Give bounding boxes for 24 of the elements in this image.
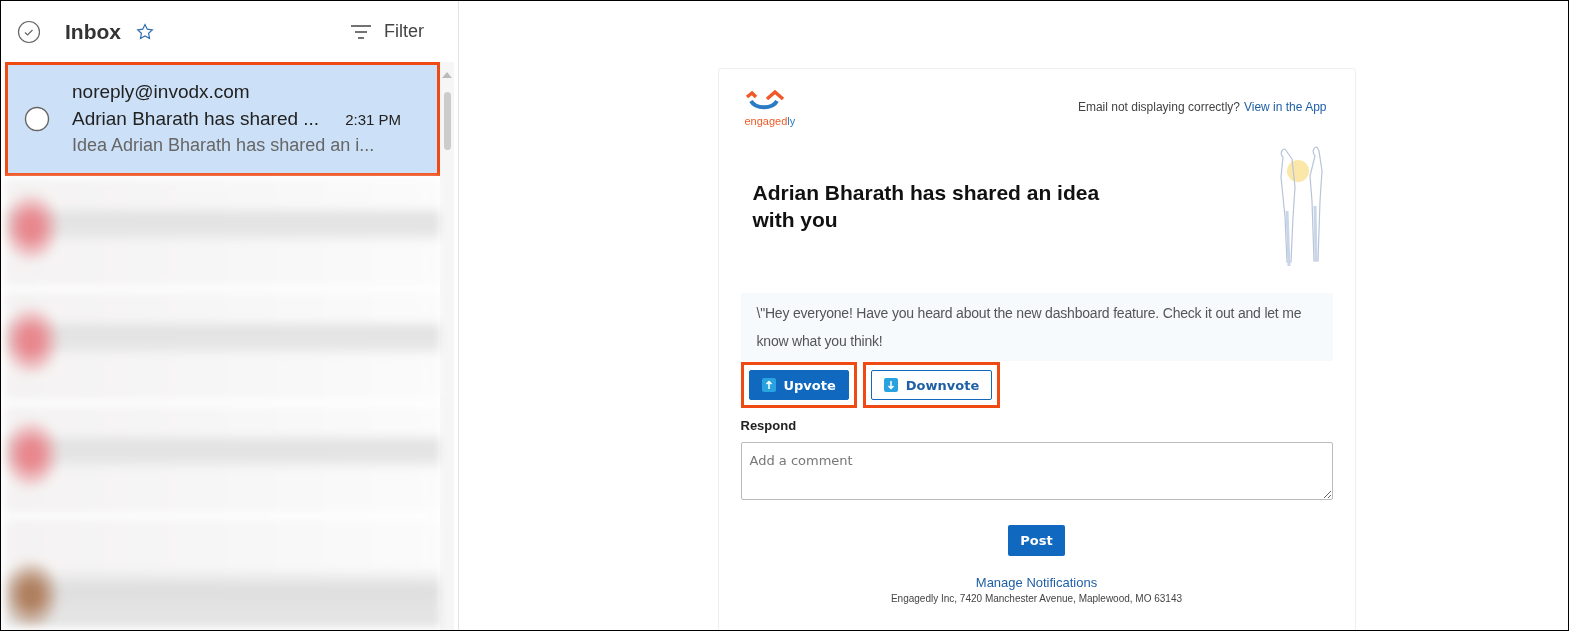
vote-button[interactable]: Upvote — [748, 370, 849, 400]
select-all-icon[interactable] — [17, 19, 41, 44]
vote-button[interactable]: Downvote — [870, 370, 993, 400]
preview-text: Idea Adrian Bharath has shared an i... — [72, 135, 376, 157]
post-button[interactable]: Post — [1008, 525, 1065, 556]
time-text: 2:31 PM — [345, 111, 402, 129]
company-address: Engagedly Inc, 7420 Manchester Avenue, Maplewood, MO 63143 — [890, 593, 1183, 604]
comment-field[interactable]: Add a comment — [740, 442, 1333, 500]
respond-label: Respond — [740, 418, 798, 433]
sender-text: noreply@invodx.com — [72, 81, 251, 104]
email-heading: Adrian Bharath has shared an idea with you — [752, 179, 1101, 233]
email-list-item[interactable]: noreply@invodx.com Adrian Bharath has shared ... 2:31 PM Idea Adrian Bharath has shared an i... — [5, 62, 440, 176]
display-note: Email not displaying correctly? — [1077, 100, 1240, 114]
view-in-app-link[interactable]: View in the App — [1244, 100, 1327, 114]
engagedly-logo: engagedly — [744, 89, 796, 127]
inbox-title: Inbox — [65, 19, 121, 44]
filter-button[interactable]: Filter — [350, 21, 442, 42]
subject-text: Adrian Bharath has shared ... — [72, 108, 320, 131]
manage-notifications-link[interactable]: Manage Notifications — [975, 575, 1098, 590]
scrollbar[interactable] — [440, 62, 454, 630]
select-circle-icon[interactable] — [24, 105, 50, 132]
filter-icon — [350, 22, 372, 41]
idea-quote: \"Hey everyone! Have you heard about the new dashboard feature. Check it out and let me know what you think! — [740, 293, 1333, 361]
star-icon[interactable] — [135, 21, 155, 42]
